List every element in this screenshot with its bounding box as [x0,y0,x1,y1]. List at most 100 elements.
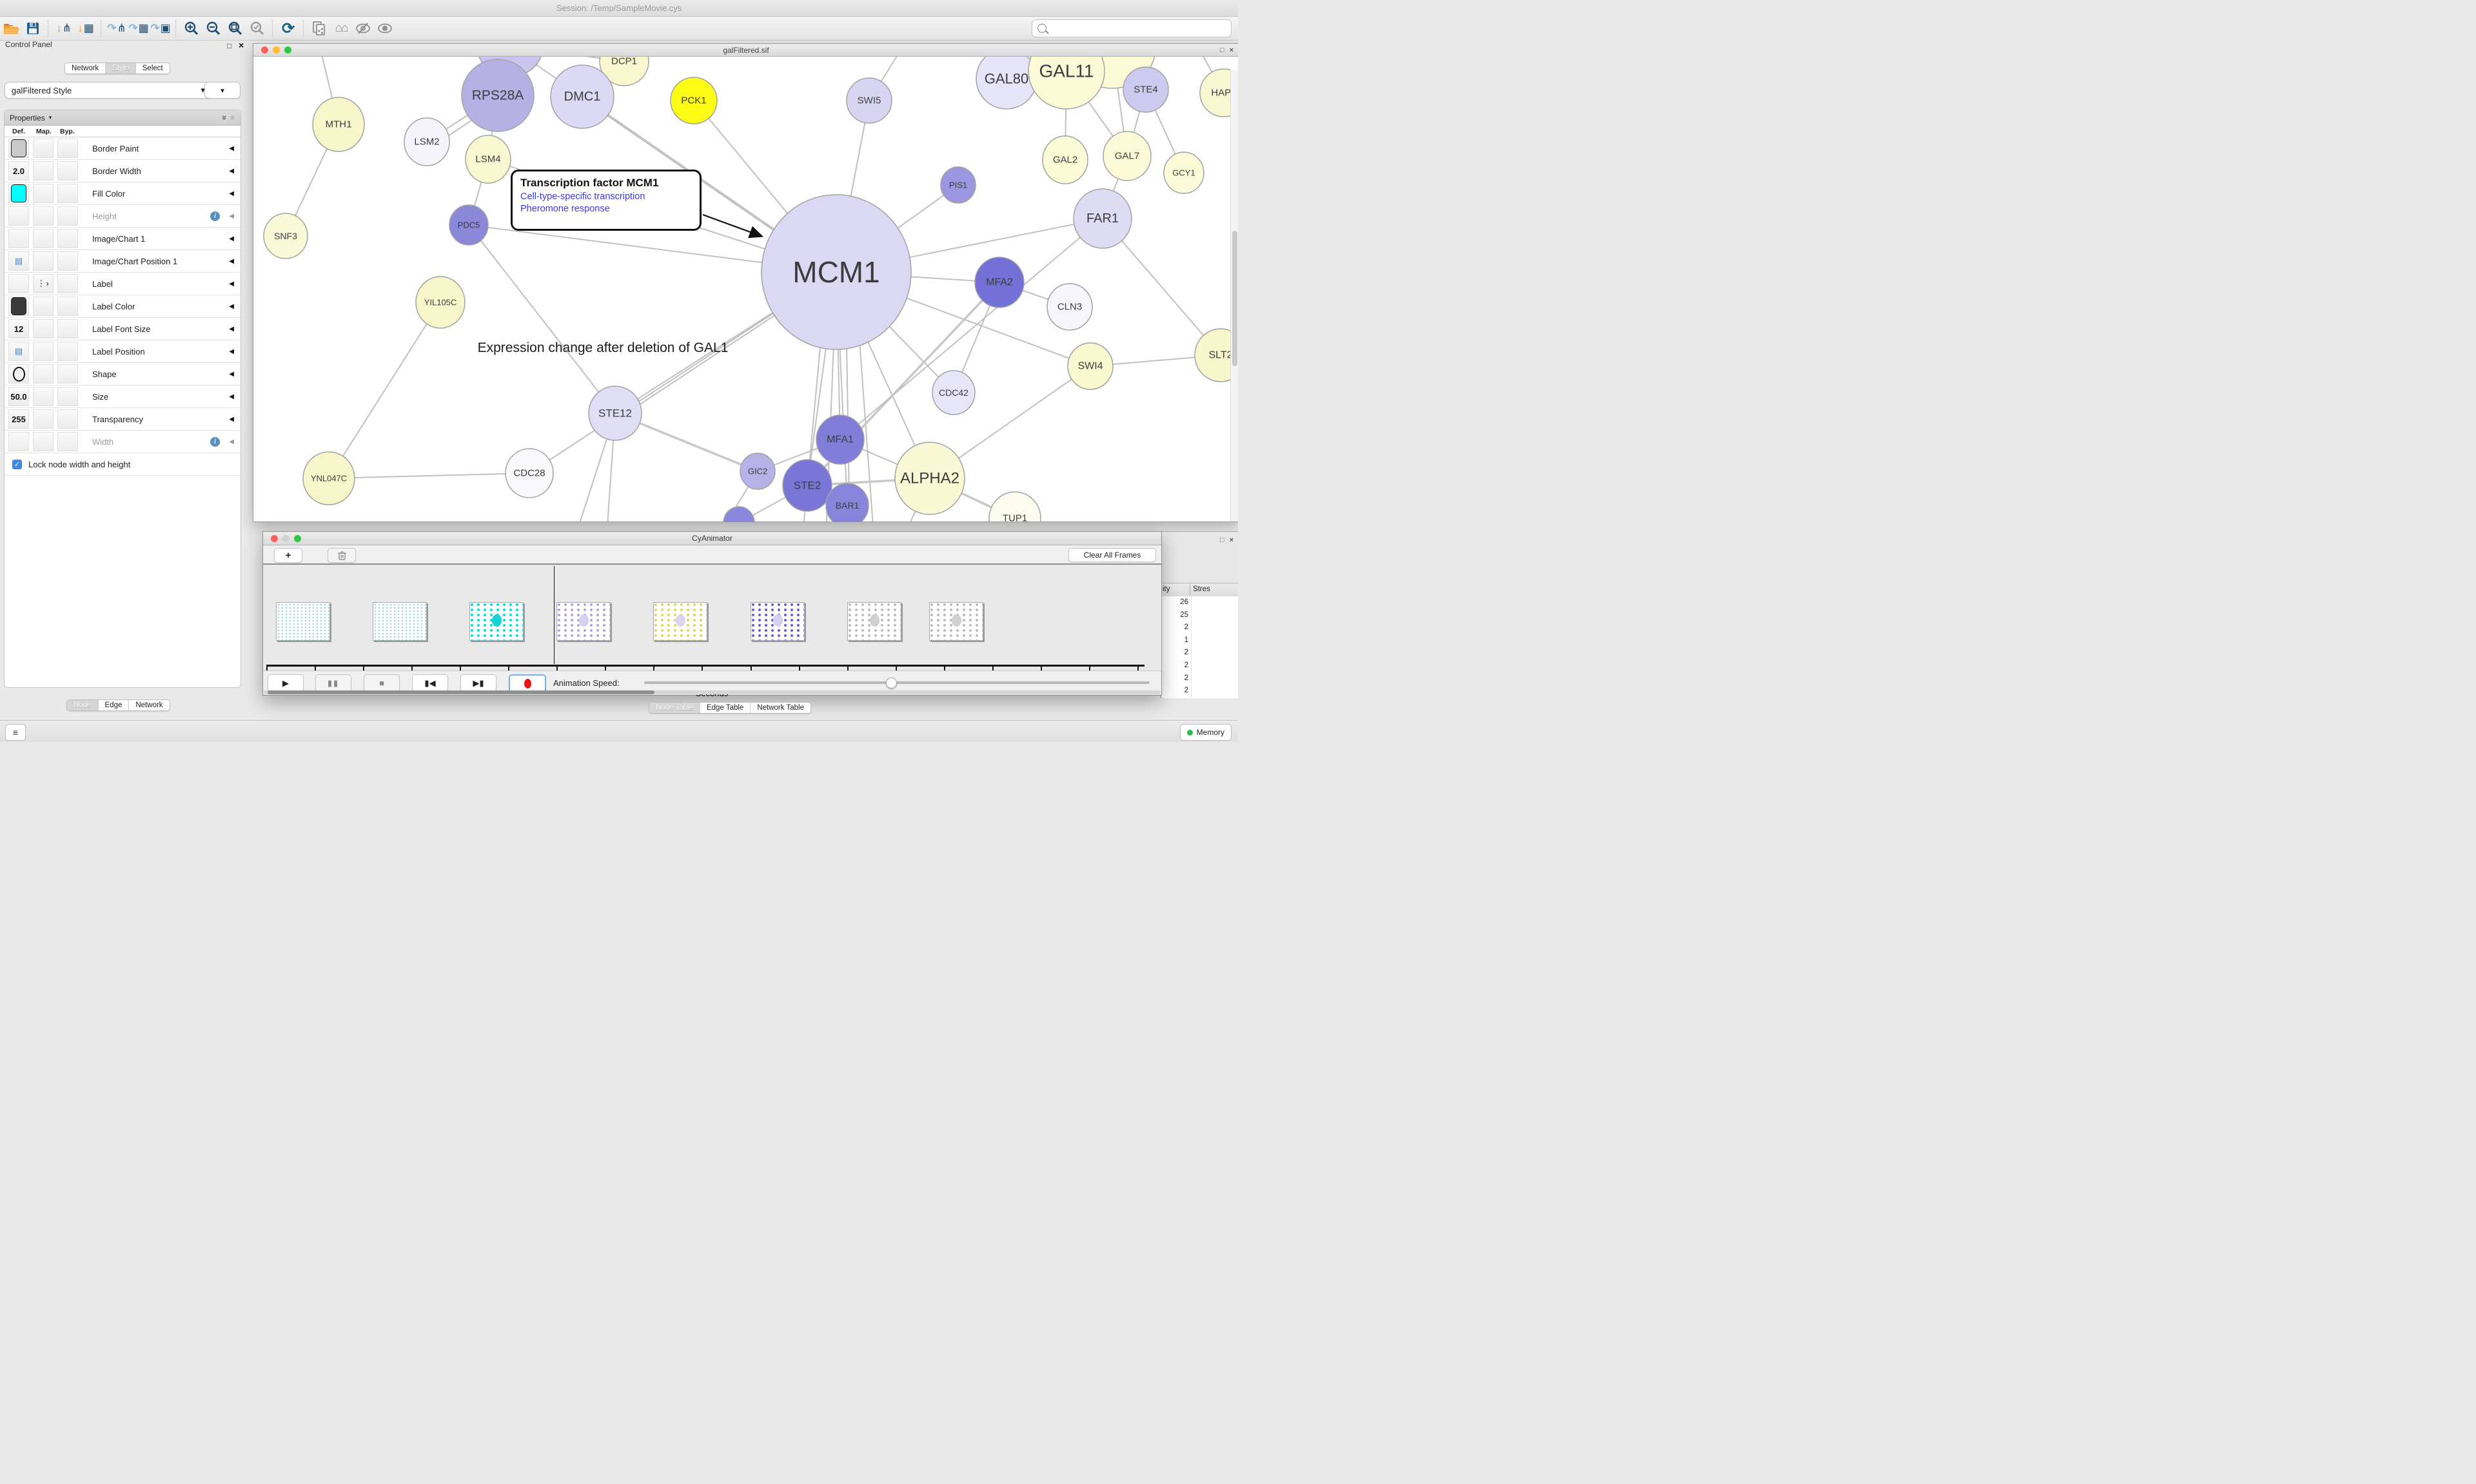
property-value-cell[interactable] [33,251,54,271]
property-value-cell[interactable] [8,139,29,158]
zoom-fit-button[interactable] [224,19,246,38]
property-value-cell[interactable] [57,319,78,338]
properties-header[interactable]: Properties ▾ » « [5,110,241,126]
zoom-selected-button[interactable] [246,19,268,38]
property-value-cell[interactable] [57,251,78,271]
property-value-cell[interactable] [57,297,78,316]
memory-button[interactable]: Memory [1180,724,1232,741]
expand-row-icon[interactable]: ◀ [229,190,234,197]
property-value-cell[interactable] [8,184,29,203]
tab-network-table[interactable]: Network Table [751,703,811,713]
float-panel-icon[interactable]: □ [1220,536,1224,544]
property-value-cell[interactable] [57,364,78,384]
export-network-button[interactable]: ↷⋔ [106,19,128,38]
open-session-button[interactable] [0,19,22,38]
property-value-cell[interactable] [33,364,54,384]
property-value-cell[interactable] [33,206,54,226]
show-view-button[interactable] [374,19,396,38]
table-row[interactable]: 2 [1161,647,1238,659]
hide-view-button[interactable] [352,19,374,38]
column-header[interactable]: ity [1161,583,1190,596]
close-panel-icon[interactable]: × [239,40,244,50]
property-row[interactable]: Widthi◀ [5,431,241,453]
clear-all-frames-button[interactable]: Clear All Frames [1068,548,1156,562]
expand-row-icon[interactable]: ◀ [229,416,234,423]
expand-row-icon[interactable]: ◀ [229,145,234,152]
property-value-cell[interactable]: 12 [8,319,29,338]
property-value-cell[interactable] [33,297,54,316]
table-row[interactable]: 2 [1161,659,1238,672]
refresh-button[interactable]: ⟳ [277,19,299,38]
table-row[interactable]: 2 [1161,621,1238,634]
network-canvas[interactable]: DCP1RPS28ADMC1PCK1SWI5GAL80GAL11STE4HAP2… [253,57,1238,522]
add-frame-button[interactable]: + [274,548,302,563]
expand-row-icon[interactable]: ◀ [229,393,234,400]
pause-button[interactable]: ▮▮ [315,674,351,692]
property-row[interactable]: ⋮›Label◀ [5,273,241,295]
property-value-cell[interactable] [33,342,54,361]
expand-row-icon[interactable]: ◀ [229,235,234,242]
skip-to-start-button[interactable]: ▮◀ [412,674,448,692]
frame-thumbnail[interactable] [556,602,611,641]
cyanimator-horizontal-scrollbar[interactable] [264,690,1160,694]
zoom-in-button[interactable] [181,19,202,38]
property-value-cell[interactable] [8,229,29,248]
property-value-cell[interactable] [33,161,54,181]
expand-row-icon[interactable]: ◀ [229,213,234,220]
property-value-cell[interactable] [8,432,29,451]
delete-frame-button[interactable] [328,548,356,563]
animation-speed-slider[interactable] [644,681,1150,684]
property-value-cell[interactable] [57,274,78,293]
show-all-views-button[interactable]: ⌂⌂ [330,19,352,38]
property-value-cell[interactable]: ⋮› [33,274,54,293]
frame-thumbnail[interactable] [469,602,524,641]
expand-row-icon[interactable]: ◀ [229,326,234,333]
property-value-cell[interactable] [57,342,78,361]
property-value-cell[interactable] [33,432,54,451]
property-value-cell[interactable] [57,229,78,248]
network-node-PURP2[interactable] [723,507,754,522]
property-value-cell[interactable]: 2.0 [8,161,29,181]
import-table-button[interactable]: ↓▦ [75,19,97,38]
zoom-out-button[interactable] [202,19,224,38]
panel-menu-button[interactable]: ≡ [5,724,26,741]
property-value-cell[interactable] [57,161,78,181]
tab-select[interactable]: Select [136,63,170,73]
tab-network-bottom[interactable]: Network [129,700,169,710]
property-row[interactable]: Heighti◀ [5,205,241,228]
style-options-button[interactable]: ▾ [204,82,241,99]
slider-knob[interactable] [886,678,897,688]
search-field[interactable] [1032,19,1232,37]
timeline-playhead[interactable] [554,566,555,664]
expand-row-icon[interactable]: ◀ [229,348,234,355]
tab-edge[interactable]: Edge [99,700,130,710]
property-value-cell[interactable] [33,139,54,158]
network-vertical-scrollbar[interactable] [1230,70,1238,522]
import-network-button[interactable]: ↓⋔ [53,19,75,38]
property-value-cell[interactable]: 255 [8,409,29,429]
tab-network[interactable]: Network [65,63,106,73]
checkbox-checked-icon[interactable]: ✓ [12,460,22,469]
column-header[interactable]: Stres [1190,583,1238,596]
property-row[interactable]: 255Transparency◀ [5,408,241,431]
copy-view-button[interactable] [308,19,330,38]
annotation-box[interactable]: Transcription factor MCM1 Cell-type-spec… [511,170,702,231]
tab-node-table[interactable]: Node Table [649,703,700,713]
table-row[interactable]: 25 [1161,609,1238,622]
tab-node[interactable]: Node [67,700,99,710]
property-row[interactable]: 2.0Border Width◀ [5,160,241,182]
style-selector[interactable]: galFiltered Style ▾ [5,82,212,99]
property-value-cell[interactable] [57,184,78,203]
property-value-cell[interactable] [57,206,78,226]
property-value-cell[interactable] [33,184,54,203]
property-value-cell[interactable]: ▤ [8,342,29,361]
property-row[interactable]: Border Paint◀ [5,137,241,160]
annotation-link[interactable]: Cell-type-specific transcription [520,191,692,202]
property-value-cell[interactable] [57,432,78,451]
property-row[interactable]: ▤Label Position◀ [5,340,241,363]
tab-edge-table[interactable]: Edge Table [700,703,751,713]
tab-style[interactable]: Style [106,63,136,73]
property-value-cell[interactable] [8,206,29,226]
property-value-cell[interactable]: 50.0 [8,387,29,406]
expand-row-icon[interactable]: ◀ [229,168,234,175]
